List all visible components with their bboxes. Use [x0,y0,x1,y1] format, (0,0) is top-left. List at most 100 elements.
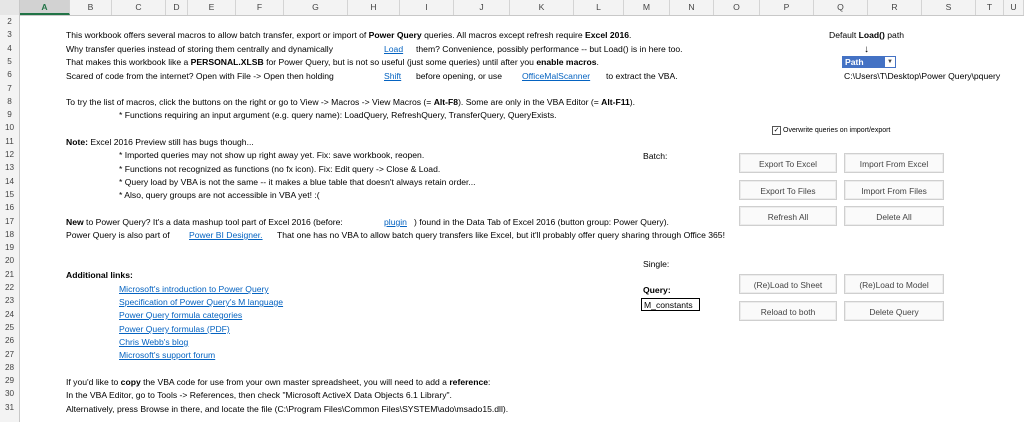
bug-3[interactable]: * Query load by VBA is not the same -- i… [119,176,476,189]
reload-to-both-button[interactable]: Reload to both [739,301,837,321]
row-header[interactable]: 27 [0,348,19,361]
row-header[interactable]: 3 [0,28,19,41]
column-header-h[interactable]: H [348,0,400,15]
power-bi-designer-link[interactable]: Power BI Designer. [189,229,263,242]
column-header-o[interactable]: O [714,0,760,15]
row-header[interactable]: 8 [0,95,19,108]
select-all-corner[interactable] [0,0,20,15]
load-link[interactable]: Load [384,43,403,56]
path-table-header[interactable]: Path ▼ [842,56,896,68]
reload-to-sheet-button[interactable]: (Re)Load to Sheet [739,274,837,294]
row-header[interactable]: 22 [0,281,19,294]
bug-4[interactable]: * Also, query groups are not accessible … [119,189,320,202]
additional-links-heading[interactable]: Additional links: [66,269,133,282]
row-header[interactable]: 21 [0,268,19,281]
row-header[interactable]: 30 [0,387,19,400]
row-header[interactable]: 5 [0,55,19,68]
why-transfer-text[interactable]: Why transfer queries instead of storing … [66,43,333,56]
row-header[interactable]: 28 [0,361,19,374]
link-support-forum[interactable]: Microsoft's support forum [119,349,215,362]
checkbox-icon[interactable]: ✓ [772,125,781,135]
column-header-f[interactable]: F [236,0,284,15]
personal-xlsb-line[interactable]: That makes this workbook like a PERSONAL… [66,56,599,69]
functions-note[interactable]: * Functions requiring an input argument … [119,109,557,122]
row-header[interactable]: 14 [0,175,19,188]
row-header[interactable]: 31 [0,401,19,414]
column-header-d[interactable]: D [166,0,188,15]
row-header[interactable]: 10 [0,121,19,134]
column-header-p[interactable]: P [760,0,814,15]
row-header[interactable]: 11 [0,135,19,148]
column-header-m[interactable]: M [624,0,670,15]
row-header[interactable]: 23 [0,294,19,307]
why-transfer-text-2[interactable]: them? Convenience, possibly performance … [416,43,683,56]
vba-references-instruction[interactable]: In the VBA Editor, go to Tools -> Refere… [66,389,452,402]
link-m-spec[interactable]: Specification of Power Query's M languag… [119,296,283,309]
link-formula-categories[interactable]: Power Query formula categories [119,309,242,322]
column-header-s[interactable]: S [922,0,976,15]
export-to-excel-button[interactable]: Export To Excel [739,153,837,173]
row-header[interactable]: 25 [0,321,19,334]
row-header[interactable]: 4 [0,42,19,55]
column-header-e[interactable]: E [188,0,236,15]
row-header[interactable]: 26 [0,334,19,347]
scared-text[interactable]: Scared of code from the internet? Open w… [66,70,334,83]
new-to-pq-line[interactable]: New to Power Query? It's a data mashup t… [66,216,343,229]
delete-query-button[interactable]: Delete Query [844,301,944,321]
row-header[interactable]: 18 [0,228,19,241]
officemalscanner-link[interactable]: OfficeMalScanner [522,70,590,83]
column-header-k[interactable]: K [510,0,574,15]
refresh-all-button[interactable]: Refresh All [739,206,837,226]
column-header-a[interactable]: A [20,0,70,15]
column-header-q[interactable]: Q [814,0,868,15]
pbi-text-2[interactable]: That one has no VBA to allow batch query… [277,229,725,242]
shift-link[interactable]: Shift [384,70,401,83]
column-header-b[interactable]: B [70,0,112,15]
new-text-2[interactable]: ) found in the Data Tab of Excel 2016 (b… [414,216,669,229]
row-header[interactable]: 15 [0,188,19,201]
column-header-l[interactable]: L [574,0,624,15]
row-header[interactable]: 24 [0,308,19,321]
copy-vba-line[interactable]: If you'd like to copy the VBA code for u… [66,376,490,389]
column-header-n[interactable]: N [670,0,714,15]
export-to-files-button[interactable]: Export To Files [739,180,837,200]
row-header[interactable]: 16 [0,201,19,214]
link-pq-intro[interactable]: Microsoft's introduction to Power Query [119,283,269,296]
row-header[interactable]: 2 [0,15,19,28]
link-chris-webb[interactable]: Chris Webb's blog [119,336,188,349]
note-line[interactable]: Note: Excel 2016 Preview still has bugs … [66,136,254,149]
row-header[interactable]: 29 [0,374,19,387]
reload-to-model-button[interactable]: (Re)Load to Model [844,274,944,294]
column-header-u[interactable]: U [1004,0,1024,15]
try-macros-line[interactable]: To try the list of macros, click the but… [66,96,635,109]
pbi-text[interactable]: Power Query is also part of [66,229,170,242]
row-header[interactable]: 17 [0,215,19,228]
path-value-cell[interactable]: C:\Users\T\Desktop\Power Query\pquery [844,70,1000,83]
delete-all-button[interactable]: Delete All [844,206,944,226]
scared-text-3[interactable]: to extract the VBA. [606,70,678,83]
query-name-input[interactable]: M_constants [641,298,700,311]
column-header-t[interactable]: T [976,0,1004,15]
row-header[interactable]: 20 [0,254,19,267]
filter-dropdown-icon[interactable]: ▼ [885,57,895,67]
column-header-j[interactable]: J [454,0,510,15]
import-from-files-button[interactable]: Import From Files [844,180,944,200]
column-header-i[interactable]: I [400,0,454,15]
row-header[interactable]: 12 [0,148,19,161]
row-header[interactable]: 6 [0,68,19,81]
bug-2[interactable]: * Functions not recognized as functions … [119,163,440,176]
browse-instruction[interactable]: Alternatively, press Browse in there, an… [66,403,508,416]
row-header[interactable]: 9 [0,108,19,121]
scared-text-2[interactable]: before opening, or use [416,70,502,83]
column-header-g[interactable]: G [284,0,348,15]
column-header-c[interactable]: C [112,0,166,15]
plugin-link[interactable]: plugin [384,216,407,229]
row-header[interactable]: 13 [0,161,19,174]
row-header[interactable]: 19 [0,241,19,254]
overwrite-checkbox-row[interactable]: ✓ Overwrite queries on import/export [772,124,890,137]
row-header[interactable]: 7 [0,82,19,95]
link-formulas-pdf[interactable]: Power Query formulas (PDF) [119,323,230,336]
intro-line[interactable]: This workbook offers several macros to a… [66,29,631,42]
column-header-r[interactable]: R [868,0,922,15]
import-from-excel-button[interactable]: Import From Excel [844,153,944,173]
